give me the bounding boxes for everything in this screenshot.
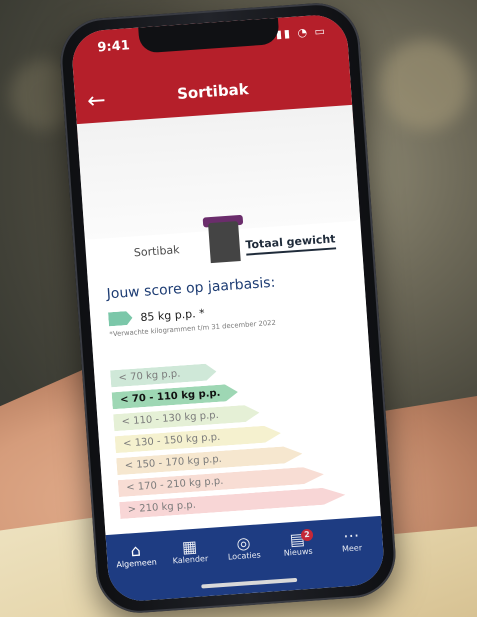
- scale-label: < 130 - 150 kg p.p.: [122, 431, 221, 450]
- score-heading: Jouw score op jaarbasis:: [106, 274, 276, 303]
- nav-label: Nieuws: [283, 546, 313, 558]
- phone-screen: 9:41 ▮▮▮ ◔ ▭ ← Sortibak Sortibak Totaal …: [70, 13, 386, 603]
- energy-scale: < 70 kg p.p. < 70 - 110 kg p.p. < 110 - …: [110, 354, 350, 524]
- nav-label: Locaties: [227, 550, 262, 562]
- scale-row: < 70 kg p.p.: [110, 363, 217, 387]
- nav-nieuws[interactable]: ▤ 2 Nieuws: [272, 528, 324, 558]
- nav-meer[interactable]: ⋯ Meer: [326, 525, 378, 554]
- scale-label: > 210 kg p.p.: [127, 499, 197, 516]
- scale-label: < 170 - 210 kg p.p.: [125, 475, 224, 494]
- page-title: Sortibak: [176, 80, 250, 104]
- tab-sortibak[interactable]: Sortibak: [133, 243, 179, 259]
- nav-label: Algemeen: [116, 557, 158, 570]
- battery-icon: ▭: [314, 24, 328, 39]
- score-section: Jouw score op jaarbasis: 85 kg p.p. * *V…: [87, 252, 381, 536]
- location-icon: ◎: [235, 533, 252, 553]
- scale-row: < 110 - 130 kg p.p.: [113, 404, 260, 431]
- scale-label: < 150 - 170 kg p.p.: [124, 453, 223, 472]
- score-value: 85 kg p.p. *: [139, 306, 206, 324]
- score-row: 85 kg p.p. *: [108, 306, 205, 327]
- scale-label: < 110 - 130 kg p.p.: [121, 409, 220, 428]
- bin-illustration: [76, 104, 361, 306]
- scale-label: < 70 kg p.p.: [118, 368, 181, 384]
- home-indicator: [201, 577, 298, 589]
- scale-label: < 70 - 110 kg p.p.: [119, 387, 221, 406]
- nav-label: Kalender: [172, 554, 209, 566]
- more-icon: ⋯: [342, 525, 360, 546]
- bokeh-light: [380, 40, 470, 130]
- nav-locaties[interactable]: ◎ Locaties: [218, 533, 270, 562]
- nav-algemeen[interactable]: ⌂ Algemeen: [110, 541, 162, 570]
- scale-row: < 70 - 110 kg p.p.: [112, 384, 239, 410]
- wifi-icon: ◔: [297, 25, 310, 40]
- phone: 9:41 ▮▮▮ ◔ ▭ ← Sortibak Sortibak Totaal …: [57, 0, 399, 616]
- news-icon: ▤: [289, 529, 306, 550]
- nav-kalender[interactable]: ▦ Kalender: [164, 537, 216, 566]
- score-arrow-icon: [108, 311, 133, 327]
- status-time: 9:41: [97, 38, 131, 56]
- tab-totaal-gewicht[interactable]: Totaal gewicht: [245, 232, 337, 256]
- nav-label: Meer: [341, 543, 363, 554]
